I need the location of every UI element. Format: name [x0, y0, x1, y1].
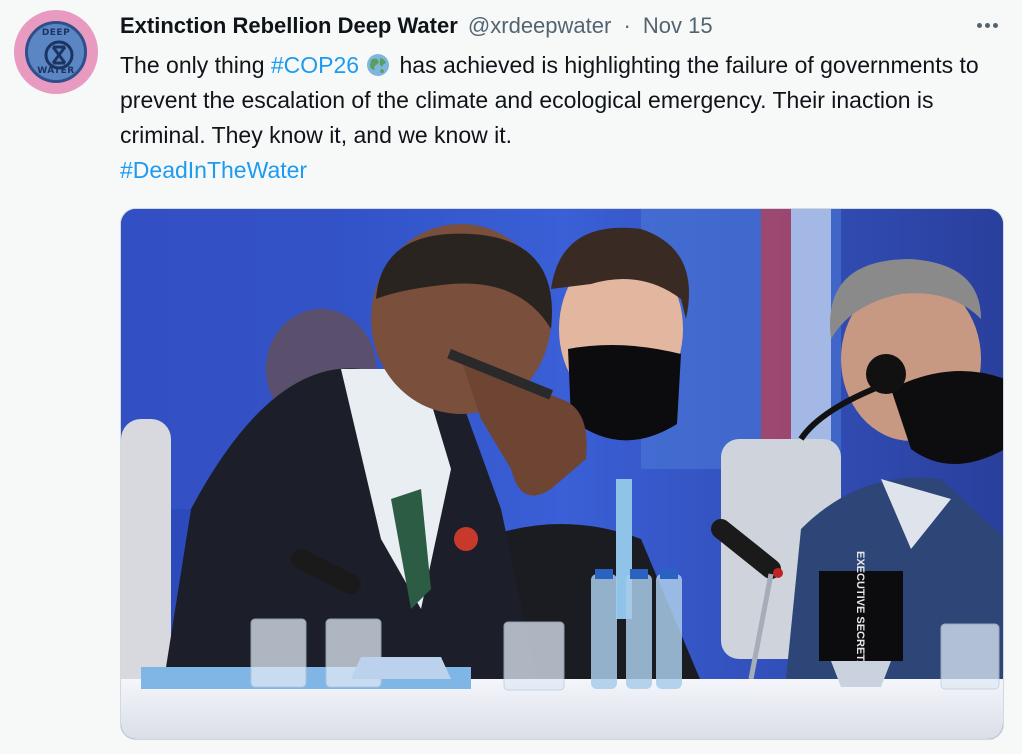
globe-icon	[367, 54, 390, 76]
tweet[interactable]: DEEP WATER Extinction Rebellion Deep Wat…	[0, 0, 1022, 754]
avatar[interactable]: DEEP WATER	[14, 10, 98, 94]
timestamp[interactable]: Nov 15	[643, 13, 713, 38]
more-dot-icon	[976, 22, 982, 28]
tweet-photo[interactable]: EXECUTIVE SECRETARY	[120, 208, 1004, 740]
avatar-top-text: DEEP	[41, 28, 71, 38]
more-options-button[interactable]	[972, 12, 1002, 38]
tweet-header: Extinction Rebellion Deep Water @xrdeepw…	[120, 12, 972, 40]
tweet-text-part1: The only thing	[120, 52, 271, 78]
photo-image: EXECUTIVE SECRETARY	[121, 209, 1003, 739]
separator-dot: ·	[623, 13, 631, 38]
user-handle[interactable]: @xrdeepwater	[468, 13, 611, 38]
hashtag-deadinthewater[interactable]: #DeadInTheWater	[120, 157, 307, 183]
display-name[interactable]: Extinction Rebellion Deep Water	[120, 13, 458, 38]
tweet-text: The only thing #COP26 has achieved is hi…	[120, 48, 1000, 188]
avatar-logo-icon: DEEP WATER	[25, 21, 87, 83]
more-dot-icon	[992, 22, 998, 28]
avatar-bottom-text: WATER	[37, 66, 75, 76]
hashtag-cop26[interactable]: #COP26	[271, 52, 359, 78]
more-dot-icon	[984, 22, 990, 28]
